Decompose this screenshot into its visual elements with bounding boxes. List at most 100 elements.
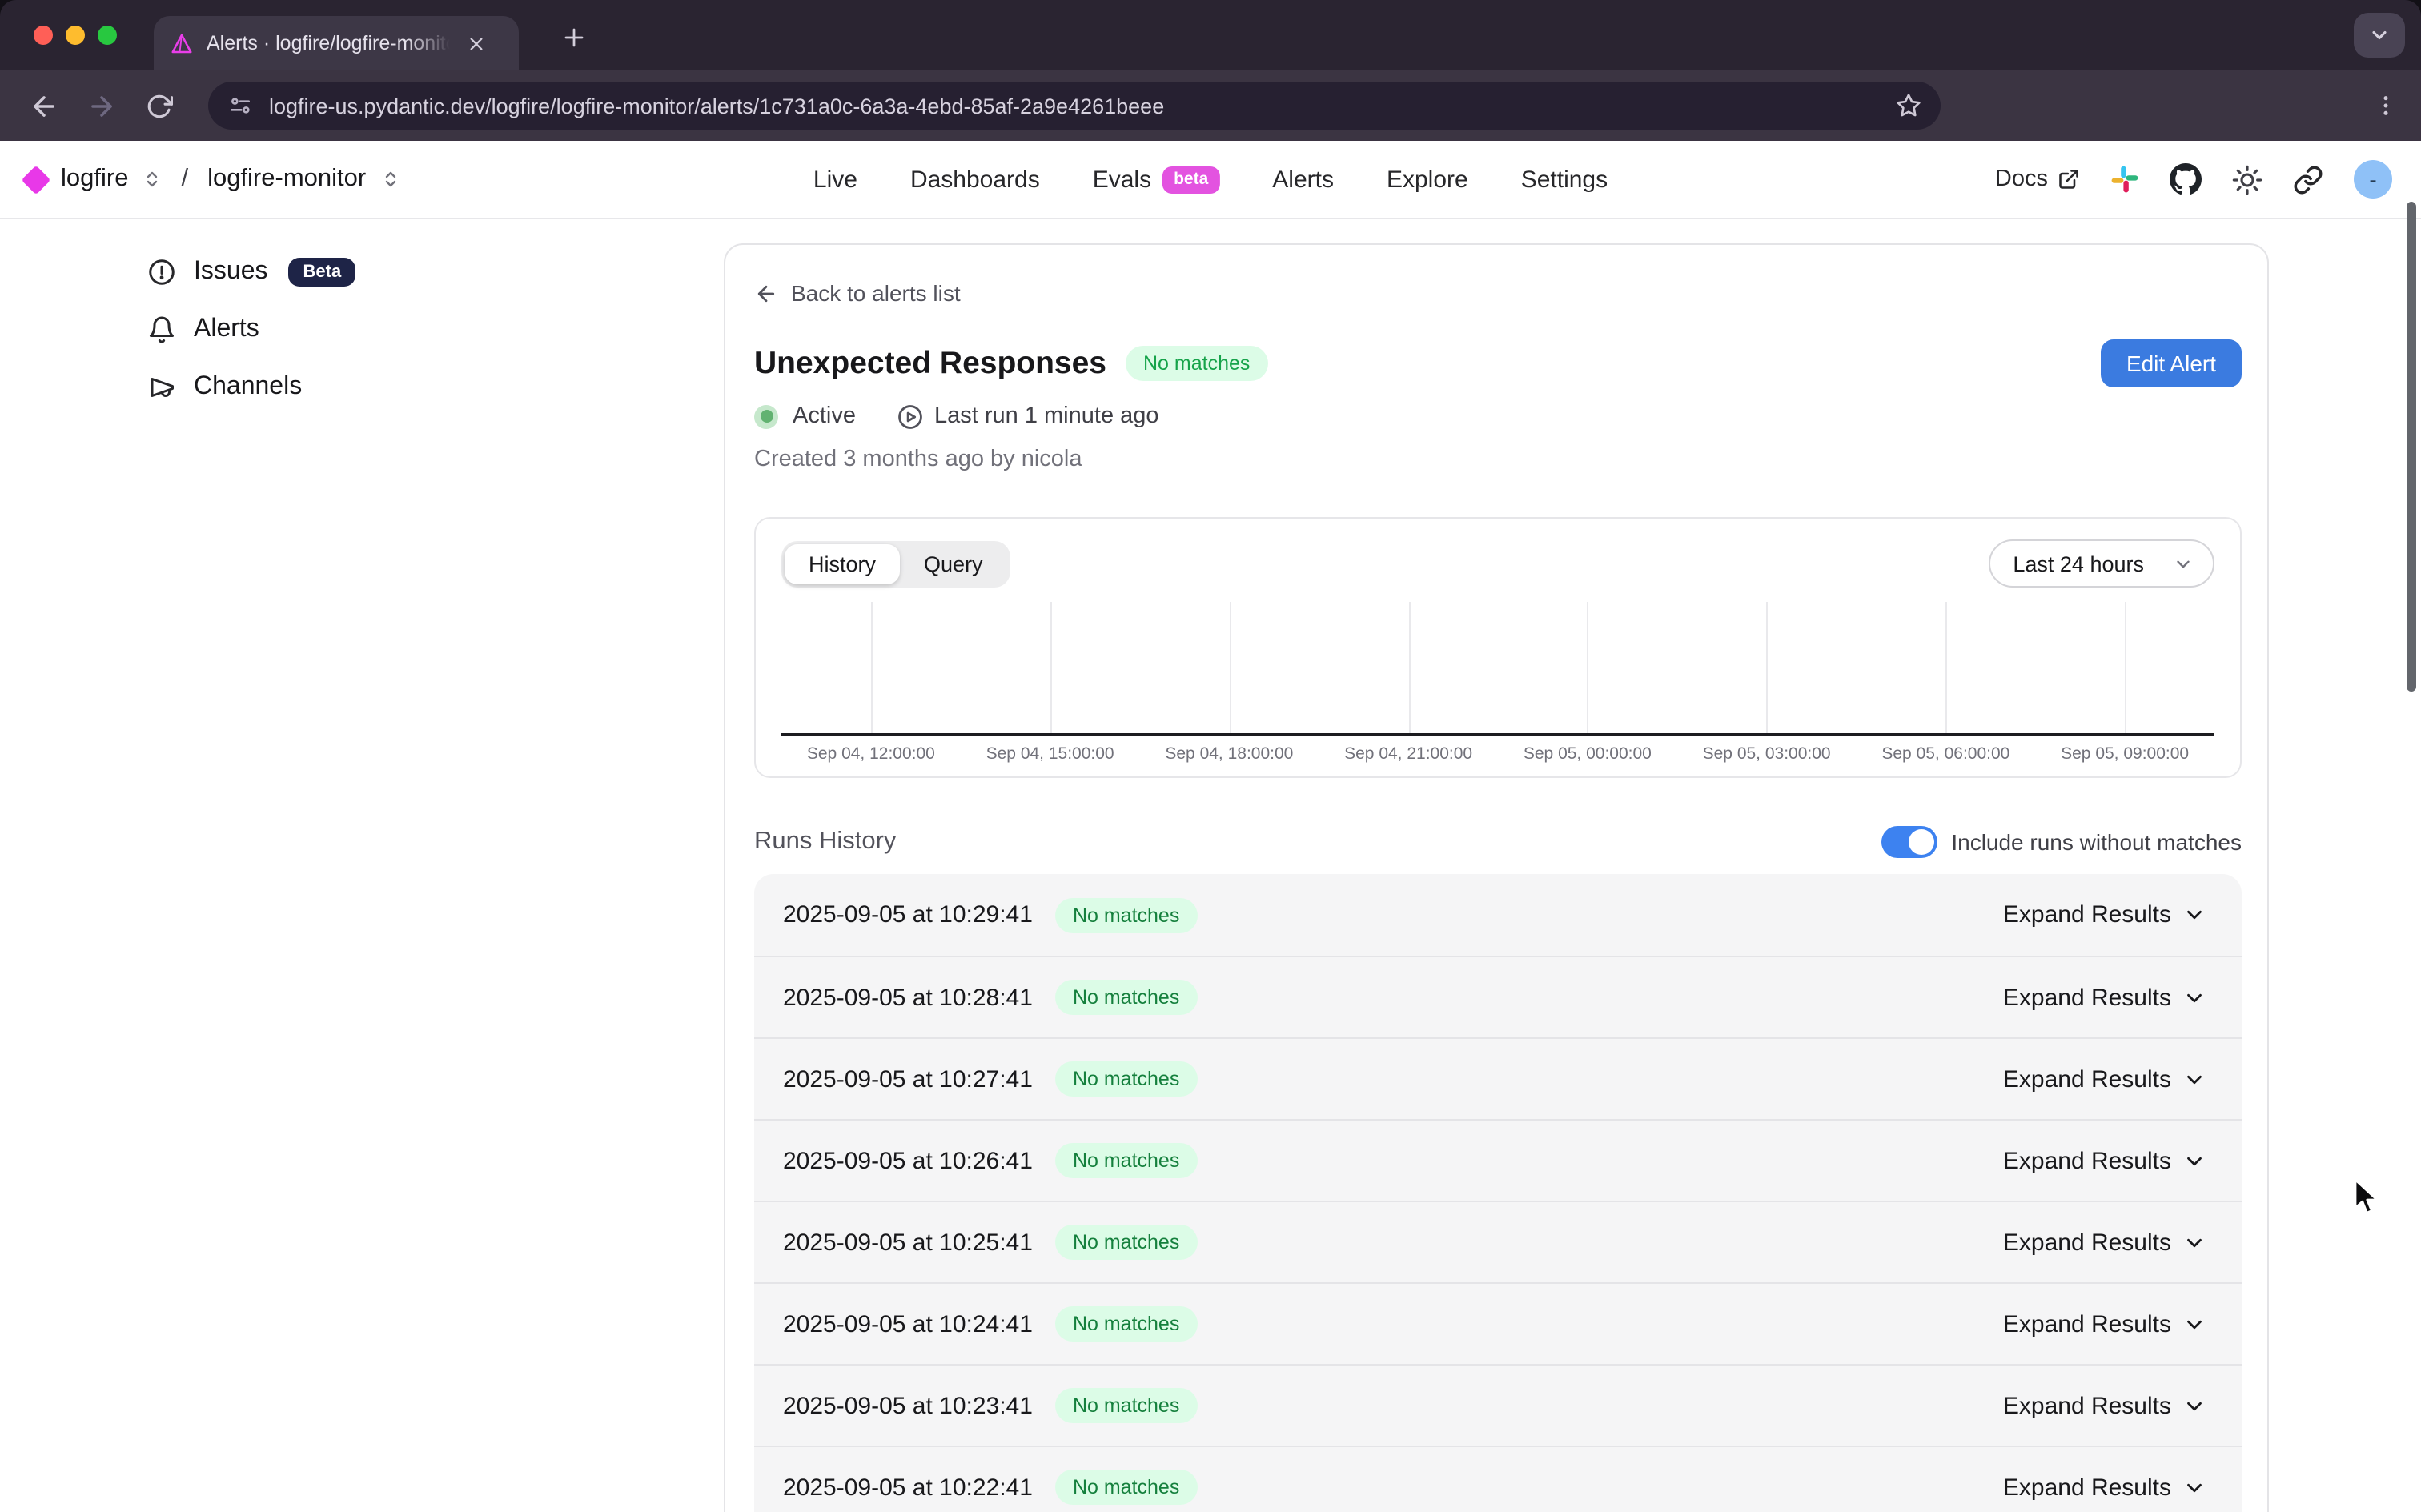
toggle-label: Include runs without matches [1951,829,2242,855]
site-settings-icon[interactable] [227,93,253,118]
created-by-text: Created 3 months ago by nicola [754,447,2242,475]
bookmark-star-icon[interactable] [1896,93,1921,118]
include-runs-toggle-row: Include runs without matches [1881,826,2242,858]
window-controls[interactable] [34,26,117,45]
run-row: 2025-09-05 at 10:26:41 No matches Expand… [754,1119,2242,1201]
sidebar-item-channels[interactable]: Channels [147,370,724,405]
expand-results-button[interactable]: Expand Results [2003,1310,2206,1338]
app-header: logfire / logfire-monitor Live Dashboard… [0,141,2421,219]
back-icon[interactable] [22,85,64,126]
tab-query[interactable]: Query [900,543,1007,584]
breadcrumb-separator: / [181,165,188,194]
edit-alert-button[interactable]: Edit Alert [2101,339,2242,387]
project-switcher[interactable]: logfire-monitor [207,165,366,194]
theme-sun-icon[interactable] [2232,164,2262,195]
nav-explore[interactable]: Explore [1387,166,1468,193]
chevron-down-icon [2182,1394,2206,1418]
forward-icon[interactable] [80,85,122,126]
user-avatar[interactable]: - [2354,160,2392,199]
run-status-badge: No matches [1055,897,1197,932]
runs-list: 2025-09-05 at 10:29:41 No matches Expand… [754,874,2242,1512]
tab-close-icon[interactable] [463,30,488,56]
sidebar-item-issues[interactable]: Issues Beta [147,255,724,290]
run-row: 2025-09-05 at 10:23:41 No matches Expand… [754,1364,2242,1446]
chevron-down-icon [2182,1067,2206,1091]
active-label: Active [793,403,856,429]
x-tick: Sep 05, 00:00:00 [1498,744,1677,764]
status-row: Active Last run 1 minute ago [754,402,2242,431]
run-row: 2025-09-05 at 10:27:41 No matches Expand… [754,1037,2242,1119]
nav-live[interactable]: Live [813,166,857,193]
logfire-logo-icon [22,165,51,195]
expand-results-button[interactable]: Expand Results [2003,1065,2206,1093]
chart-x-axis: Sep 04, 12:00:00 Sep 04, 15:00:00 Sep 04… [781,744,2214,764]
zoom-window-button[interactable] [98,26,117,45]
chevron-down-icon [2173,553,2194,574]
url-text[interactable]: logfire-us.pydantic.dev/logfire/logfire-… [269,94,1164,118]
expand-results-button[interactable]: Expand Results [2003,901,2206,928]
docs-link[interactable]: Docs [1995,166,2080,192]
chevron-down-icon [2182,1230,2206,1254]
close-window-button[interactable] [34,26,53,45]
tab-title: Alerts · logfire/logfire-monitor [207,32,450,54]
browser-menu-kebab-icon[interactable] [2373,93,2399,118]
expand-results-button[interactable]: Expand Results [2003,984,2206,1011]
org-switcher[interactable]: logfire [61,165,128,194]
title-row: Unexpected Responses No matches Edit Ale… [754,341,2242,386]
nav-settings[interactable]: Settings [1521,166,1608,193]
header-actions: Docs [1995,160,2392,199]
run-status-badge: No matches [1055,1388,1197,1423]
history-query-tabs: History Query [781,540,1010,587]
nav-dashboards[interactable]: Dashboards [910,166,1040,193]
reload-icon[interactable] [138,85,179,126]
x-tick: Sep 05, 09:00:00 [2035,744,2214,764]
sidebar-item-alerts[interactable]: Alerts [147,312,724,347]
tab-history[interactable]: History [785,543,900,584]
run-row: 2025-09-05 at 10:28:41 No matches Expand… [754,956,2242,1037]
github-icon[interactable] [2170,163,2202,195]
run-row: 2025-09-05 at 10:29:41 No matches Expand… [754,874,2242,956]
new-tab-icon[interactable] [554,18,592,56]
play-circle-icon [896,403,923,430]
tab-search-chevron-icon[interactable] [2354,13,2405,58]
runs-history-chart [781,602,2214,736]
expand-results-button[interactable]: Expand Results [2003,1147,2206,1174]
content-area: Issues Beta Alerts Channels [0,219,2421,1512]
chevrons-up-down-icon[interactable] [380,170,399,189]
evals-beta-badge: beta [1162,166,1219,193]
run-status-badge: No matches [1055,980,1197,1015]
share-link-icon[interactable] [2293,164,2323,195]
include-runs-toggle[interactable] [1881,826,1937,858]
run-status-badge: No matches [1055,1143,1197,1178]
runs-history-header: Runs History Include runs without matche… [754,823,2242,861]
run-status-badge: No matches [1055,1225,1197,1260]
expand-results-button[interactable]: Expand Results [2003,1229,2206,1256]
main-nav: Live Dashboards Evalsbeta Alerts Explore… [813,166,1608,193]
browser-tab[interactable]: Alerts · logfire/logfire-monitor [154,16,519,70]
expand-results-button[interactable]: Expand Results [2003,1392,2206,1419]
alert-detail-panel: Back to alerts list Unexpected Responses… [724,243,2269,1512]
tab-favicon-logfire-icon [170,31,194,55]
expand-results-button[interactable]: Expand Results [2003,1474,2206,1501]
x-tick: Sep 05, 03:00:00 [1677,744,1857,764]
nav-alerts[interactable]: Alerts [1272,166,1334,193]
x-tick: Sep 04, 15:00:00 [961,744,1140,764]
chevron-down-icon [2182,903,2206,927]
minimize-window-button[interactable] [66,26,85,45]
x-tick: Sep 05, 06:00:00 [1857,744,2036,764]
page-title: Unexpected Responses [754,345,1106,382]
sidebar: Issues Beta Alerts Channels [0,219,724,427]
chevron-down-icon [2182,1475,2206,1499]
x-tick: Sep 04, 18:00:00 [1140,744,1319,764]
chevrons-up-down-icon[interactable] [143,170,162,189]
slack-icon[interactable] [2110,165,2139,194]
back-to-alerts-link[interactable]: Back to alerts list [754,280,2242,306]
run-status-badge: No matches [1055,1306,1197,1342]
page-scrollbar-thumb[interactable] [2407,202,2416,692]
bell-icon [147,315,176,344]
nav-evals[interactable]: Evalsbeta [1093,166,1220,193]
browser-toolbar: logfire-us.pydantic.dev/logfire/logfire-… [0,70,2421,141]
browser-tab-strip: Alerts · logfire/logfire-monitor [0,0,2421,70]
url-bar[interactable]: logfire-us.pydantic.dev/logfire/logfire-… [208,82,1941,130]
time-range-select[interactable]: Last 24 hours [1989,539,2214,588]
